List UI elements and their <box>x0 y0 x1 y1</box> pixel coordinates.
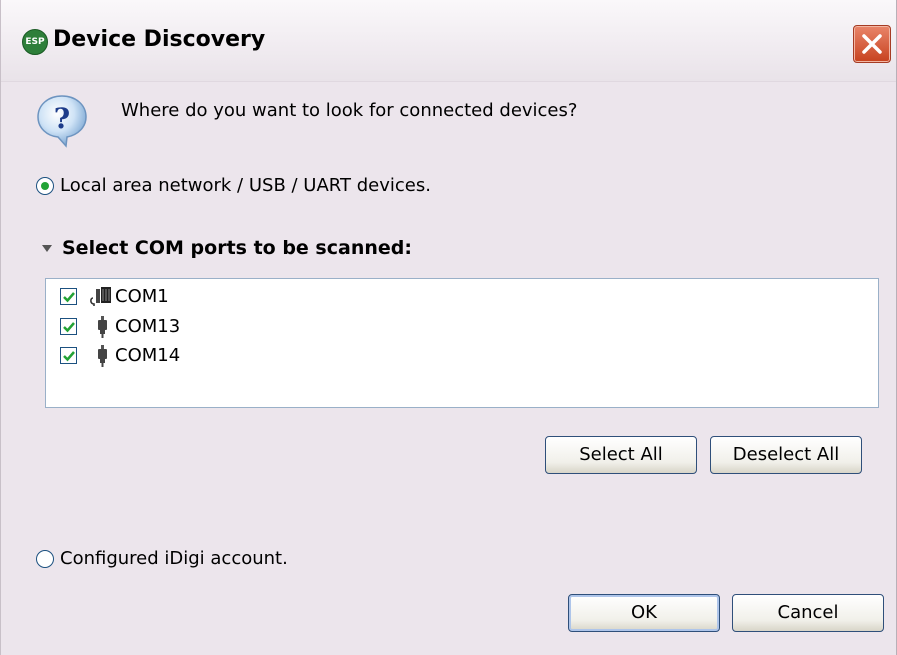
port-label: COM14 <box>115 345 181 366</box>
com13-checkbox[interactable] <box>60 318 77 335</box>
cancel-button[interactable]: Cancel <box>732 594 884 632</box>
radio-idigi-account[interactable] <box>36 550 54 568</box>
port-label: COM1 <box>115 286 169 307</box>
close-icon <box>862 34 882 54</box>
deselect-all-button[interactable]: Deselect All <box>710 436 862 474</box>
select-all-button[interactable]: Select All <box>545 436 697 474</box>
com14-checkbox[interactable] <box>60 347 77 364</box>
usb-plug-icon <box>98 345 107 367</box>
com-section-header[interactable]: Select COM ports to be scanned: <box>62 237 412 259</box>
radio-idigi-account-label[interactable]: Configured iDigi account. <box>60 548 288 569</box>
port-label: COM13 <box>115 316 181 337</box>
ok-button[interactable]: OK <box>568 594 720 632</box>
check-icon <box>63 322 75 333</box>
serial-port-icon <box>90 287 111 306</box>
radio-local-devices-label[interactable]: Local area network / USB / UART devices. <box>60 175 431 196</box>
svg-text:?: ? <box>54 102 70 135</box>
prompt-text: Where do you want to look for connected … <box>121 100 578 121</box>
com1-checkbox[interactable] <box>60 288 77 305</box>
usb-plug-icon <box>98 316 107 338</box>
collapse-arrow-icon[interactable] <box>42 245 52 252</box>
question-icon: ? <box>37 95 87 148</box>
window-title: Device Discovery <box>53 27 266 52</box>
check-icon <box>63 351 75 362</box>
app-icon: ESP <box>22 29 48 55</box>
com-port-list[interactable]: COM1 COM13 COM14 <box>45 278 879 408</box>
check-icon <box>63 292 75 303</box>
close-button[interactable] <box>853 25 891 63</box>
device-discovery-dialog: ESP Device Discovery ? Where do you want… <box>0 0 897 655</box>
title-bar[interactable]: ESP Device Discovery <box>1 0 896 82</box>
radio-local-devices[interactable] <box>36 177 54 195</box>
